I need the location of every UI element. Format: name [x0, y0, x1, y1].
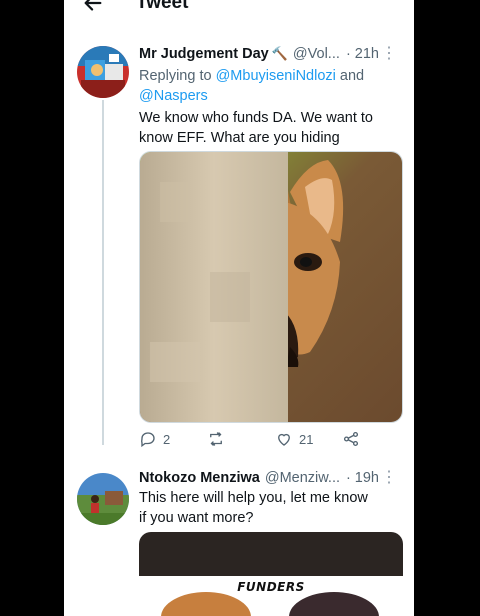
tweet-image[interactable]: [139, 151, 403, 423]
image-dark-band: [139, 532, 403, 576]
hammer-emoji: 🔨: [271, 46, 288, 61]
reply-count: 2: [163, 431, 171, 447]
more-options-icon[interactable]: ⋮: [381, 46, 397, 62]
like-button[interactable]: 21: [275, 430, 313, 448]
tweet-header: Ntokozo Menziwa @Menziw... · 19h ⋮: [139, 470, 409, 487]
avatar[interactable]: [77, 473, 129, 525]
like-count: 21: [299, 431, 314, 447]
tweet-text: This here will help you, let me know if …: [139, 490, 368, 526]
tweet-actions: 2 21: [139, 430, 369, 452]
share-icon: [343, 431, 359, 447]
reply-icon: [140, 432, 155, 448]
replying-user-link[interactable]: @Naspers: [139, 88, 208, 104]
author-handle[interactable]: @Vol...: [293, 46, 340, 62]
replying-prefix: Replying to: [139, 68, 212, 84]
funders-caption: FUNDERS: [237, 580, 305, 594]
avatar[interactable]: [77, 46, 129, 98]
retweet-button[interactable]: [207, 430, 231, 448]
replying-user-link[interactable]: @MbuyiseniNdlozi: [216, 68, 336, 84]
share-button[interactable]: [342, 430, 360, 448]
back-arrow-icon[interactable]: [82, 0, 104, 14]
page-title: Tweet: [136, 0, 189, 13]
tweet-image[interactable]: FUNDERS: [139, 532, 403, 616]
replying-joiner: and: [339, 68, 365, 84]
top-bar: Tweet: [64, 0, 414, 16]
tweet-text: We know who funds DA. We want to know EF…: [139, 110, 373, 146]
tweet-time[interactable]: · 21h: [346, 46, 379, 62]
more-options-icon[interactable]: ⋮: [381, 470, 397, 486]
tweet-header: Mr Judgement Day 🔨 @Vol... · 21h ⋮: [139, 46, 409, 63]
thread-connector-line: [102, 100, 104, 445]
retweet-icon: [210, 432, 222, 446]
heart-icon: [278, 433, 290, 446]
tweet-time[interactable]: · 19h: [346, 470, 379, 486]
author-name[interactable]: Mr Judgement Day: [139, 46, 269, 62]
replying-to: Replying to @MbuyiseniNdlozi and @Nasper…: [139, 66, 379, 106]
tweet-thread-screen: Tweet Mr Judgement Day 🔨 @Vol... · 21h ⋮…: [64, 0, 414, 616]
author-handle[interactable]: @Menziw...: [265, 470, 340, 486]
reply-button[interactable]: 2: [139, 430, 170, 448]
author-name[interactable]: Ntokozo Menziwa: [139, 470, 260, 486]
